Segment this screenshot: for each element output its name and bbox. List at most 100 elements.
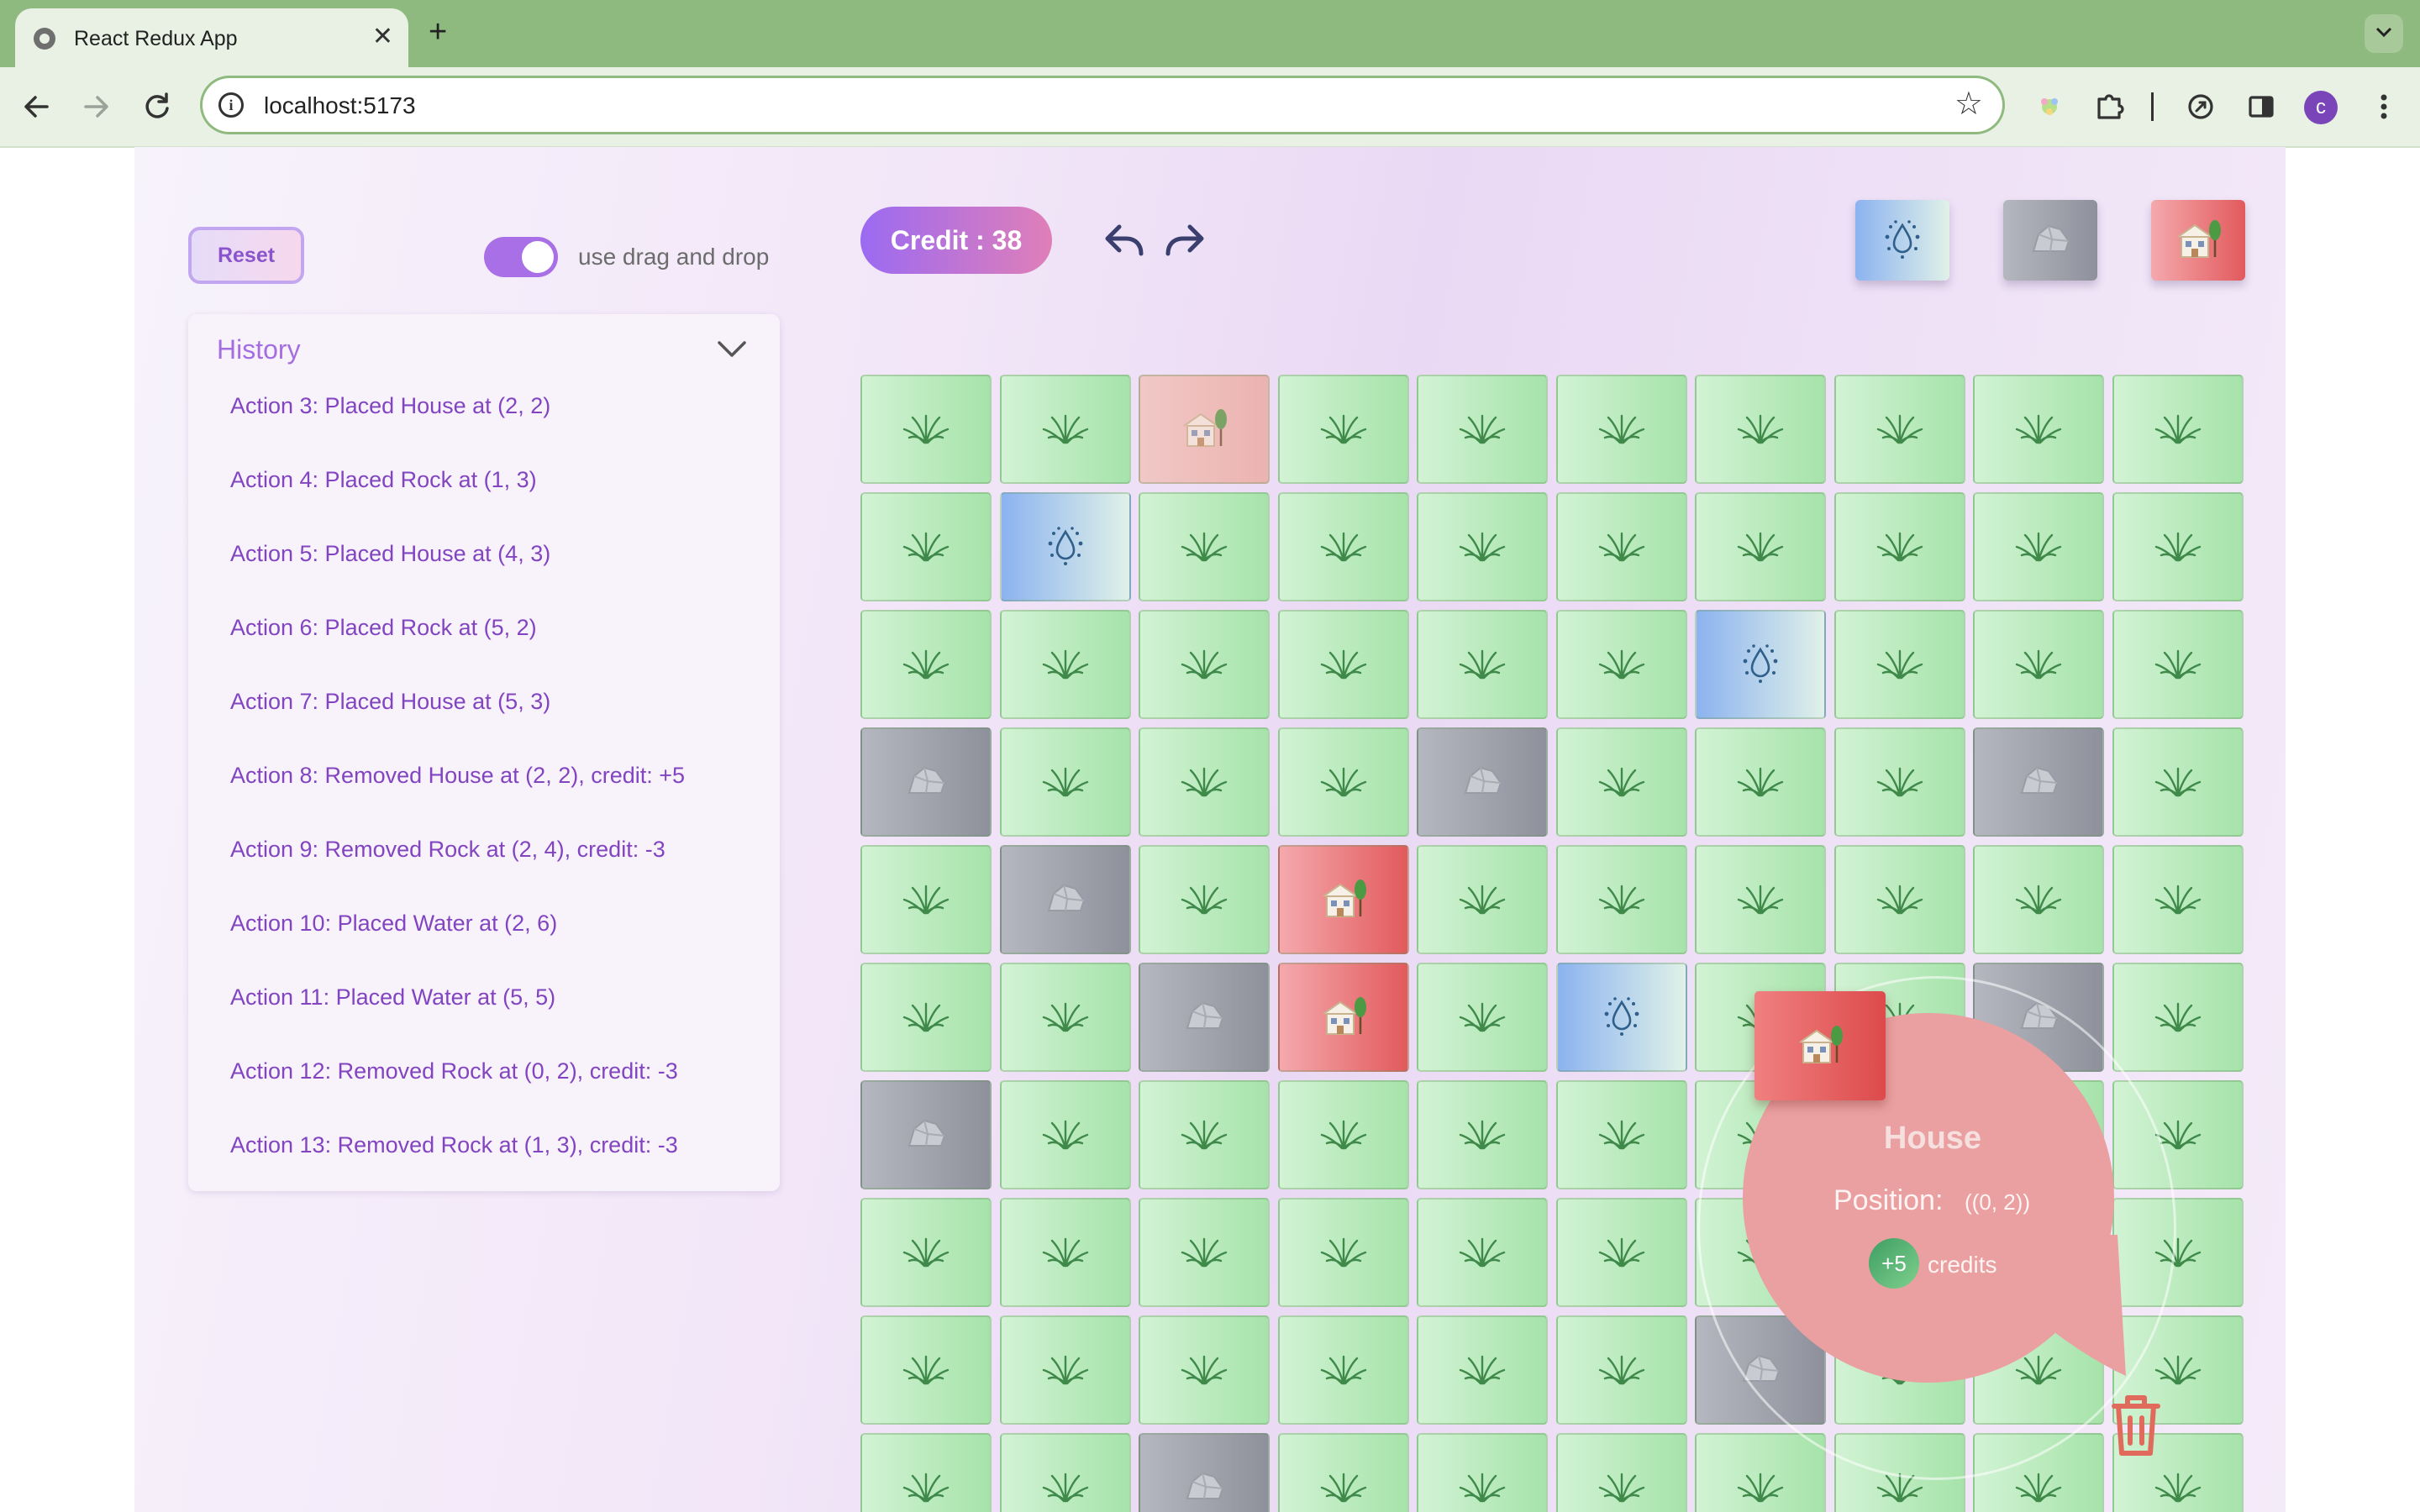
tile-grass[interactable] xyxy=(1973,375,2104,484)
bookmark-star-icon[interactable]: ☆ xyxy=(1954,87,1983,121)
tile-grass[interactable] xyxy=(1139,610,1270,719)
tile-grass[interactable] xyxy=(1139,492,1270,601)
tile-rock[interactable] xyxy=(860,1080,992,1189)
palette-house-tile[interactable] xyxy=(2151,200,2245,281)
tile-water[interactable] xyxy=(1695,610,1826,719)
tile-grass[interactable] xyxy=(1000,1198,1131,1307)
extensions-puzzle-icon[interactable] xyxy=(2091,87,2129,126)
history-item[interactable]: Action 12: Removed Rock at (0, 2), credi… xyxy=(230,1058,678,1084)
tile-water[interactable] xyxy=(1000,492,1131,601)
tile-grass[interactable] xyxy=(1417,610,1548,719)
tile-grass[interactable] xyxy=(1556,1080,1687,1189)
history-item[interactable]: Action 13: Removed Rock at (1, 3), credi… xyxy=(230,1132,678,1158)
tile-grass[interactable] xyxy=(860,1315,992,1425)
tile-water[interactable] xyxy=(1556,963,1687,1072)
tile-grass[interactable] xyxy=(1139,727,1270,837)
tile-grass[interactable] xyxy=(1000,1433,1131,1512)
tile-rock[interactable] xyxy=(1000,845,1131,954)
tile-grass[interactable] xyxy=(1278,492,1409,601)
tile-grass[interactable] xyxy=(2112,375,2244,484)
tile-grass[interactable] xyxy=(1417,1198,1548,1307)
tile-grass[interactable] xyxy=(1000,727,1131,837)
tile-grass[interactable] xyxy=(860,1198,992,1307)
tile-grass[interactable] xyxy=(1278,1433,1409,1512)
tab-close-button[interactable]: ✕ xyxy=(372,22,393,52)
tile-grass[interactable] xyxy=(1139,1080,1270,1189)
address-bar[interactable]: localhost:5173 ☆ xyxy=(200,76,2005,134)
history-item[interactable]: Action 10: Placed Water at (2, 6) xyxy=(230,911,557,937)
chevron-down-icon[interactable] xyxy=(716,339,748,360)
tile-grass[interactable] xyxy=(1417,963,1548,1072)
tile-grass[interactable] xyxy=(1834,845,1965,954)
tile-grass[interactable] xyxy=(1556,375,1687,484)
side-panel-icon[interactable] xyxy=(2242,87,2281,126)
reload-button[interactable] xyxy=(138,87,176,126)
palette-water-tile[interactable] xyxy=(1855,200,1949,281)
tile-grass[interactable] xyxy=(1139,1315,1270,1425)
site-info-icon[interactable] xyxy=(218,92,244,118)
tile-grass[interactable] xyxy=(1278,1198,1409,1307)
tile-grass[interactable] xyxy=(1000,1315,1131,1425)
tile-grass[interactable] xyxy=(1278,1080,1409,1189)
tile-house[interactable] xyxy=(1278,845,1409,954)
tile-grass[interactable] xyxy=(1834,492,1965,601)
history-item[interactable]: Action 3: Placed House at (2, 2) xyxy=(230,393,550,419)
history-item[interactable]: Action 7: Placed House at (5, 3) xyxy=(230,689,550,715)
tile-grass[interactable] xyxy=(1417,492,1548,601)
tile-grass[interactable] xyxy=(1695,727,1826,837)
tile-rock[interactable] xyxy=(860,727,992,837)
trash-icon[interactable] xyxy=(2107,1389,2165,1460)
history-item[interactable]: Action 11: Placed Water at (5, 5) xyxy=(230,984,555,1011)
tile-rock[interactable] xyxy=(1139,1433,1270,1512)
tile-grass[interactable] xyxy=(1556,727,1687,837)
tile-grass[interactable] xyxy=(1000,610,1131,719)
tile-grass[interactable] xyxy=(1139,1198,1270,1307)
tile-grass[interactable] xyxy=(860,1433,992,1512)
tile-rock[interactable] xyxy=(1973,727,2104,837)
tile-grass[interactable] xyxy=(1139,845,1270,954)
tile-grass[interactable] xyxy=(1556,845,1687,954)
tile-grass[interactable] xyxy=(1278,375,1409,484)
tile-grass[interactable] xyxy=(1000,375,1131,484)
tile-grass[interactable] xyxy=(860,963,992,1072)
tile-grass[interactable] xyxy=(1417,375,1548,484)
extension-sync-icon[interactable] xyxy=(2181,87,2220,126)
tile-grass[interactable] xyxy=(2112,963,2244,1072)
tile-grass[interactable] xyxy=(1556,610,1687,719)
tile-grass[interactable] xyxy=(860,375,992,484)
tile-grass[interactable] xyxy=(2112,610,2244,719)
redo-icon[interactable] xyxy=(1163,218,1207,262)
profile-avatar[interactable]: c xyxy=(2304,91,2338,124)
tile-grass[interactable] xyxy=(1834,727,1965,837)
tile-rock[interactable] xyxy=(1139,963,1270,1072)
palette-rock-tile[interactable] xyxy=(2003,200,2097,281)
tile-grass[interactable] xyxy=(2112,727,2244,837)
tile-grass[interactable] xyxy=(860,610,992,719)
tile-grass[interactable] xyxy=(2112,492,2244,601)
back-button[interactable] xyxy=(17,87,55,126)
tile-grass[interactable] xyxy=(1556,1198,1687,1307)
tile-rock[interactable] xyxy=(1417,727,1548,837)
tile-grass[interactable] xyxy=(1417,1433,1548,1512)
history-item[interactable]: Action 8: Removed House at (2, 2), credi… xyxy=(230,763,685,789)
tile-grass[interactable] xyxy=(1556,1433,1687,1512)
history-item[interactable]: Action 4: Placed Rock at (1, 3) xyxy=(230,467,537,493)
tile-grass[interactable] xyxy=(1417,845,1548,954)
url-text[interactable]: localhost:5173 xyxy=(264,92,416,119)
dragged-house-tile[interactable] xyxy=(1754,991,1886,1100)
tile-grass[interactable] xyxy=(1834,375,1965,484)
tile-grass[interactable] xyxy=(1000,1080,1131,1189)
tile-grass[interactable] xyxy=(2112,845,2244,954)
extension-colorful-icon[interactable] xyxy=(2030,87,2069,126)
tile-grass[interactable] xyxy=(860,492,992,601)
tile-grass[interactable] xyxy=(1417,1315,1548,1425)
reset-button[interactable]: Reset xyxy=(188,227,304,284)
history-item[interactable]: Action 9: Removed Rock at (2, 4), credit… xyxy=(230,837,666,863)
tile-grass[interactable] xyxy=(1695,375,1826,484)
tile-grass[interactable] xyxy=(1000,963,1131,1072)
tab-search-button[interactable] xyxy=(2365,14,2403,53)
tile-grass[interactable] xyxy=(860,845,992,954)
undo-icon[interactable] xyxy=(1102,218,1146,262)
forward-button[interactable] xyxy=(77,87,116,126)
new-tab-button[interactable]: + xyxy=(429,13,447,50)
